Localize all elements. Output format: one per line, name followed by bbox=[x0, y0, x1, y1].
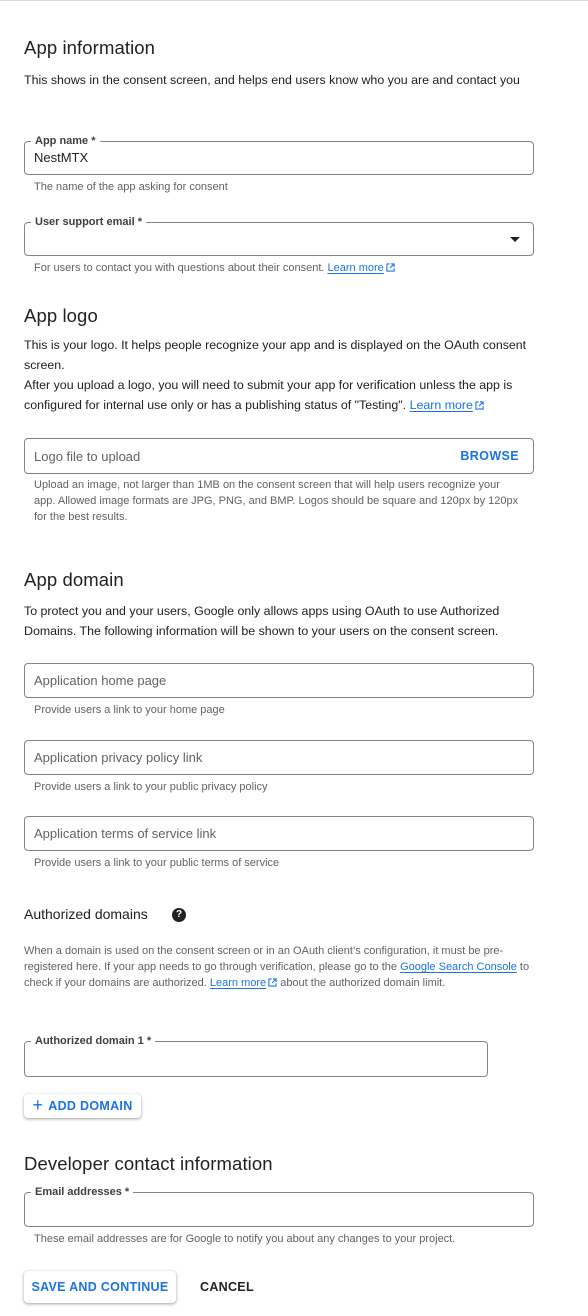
app-information-heading: App information bbox=[24, 37, 156, 58]
home-page-hint: Provide users a link to your home page bbox=[34, 704, 225, 716]
dropdown-arrow-icon[interactable] bbox=[510, 237, 520, 242]
external-link-icon bbox=[386, 263, 395, 272]
privacy-policy-placeholder: Application privacy policy link bbox=[34, 750, 203, 765]
user-support-email-hint-text: For users to contact you with questions … bbox=[34, 262, 325, 274]
email-addresses-label: Email addresses * bbox=[31, 1185, 134, 1199]
terms-of-service-input[interactable]: Application terms of service link bbox=[24, 816, 534, 851]
add-domain-label: ADD DOMAIN bbox=[48, 1099, 133, 1113]
app-domain-heading: App domain bbox=[24, 569, 124, 590]
app-name-field[interactable]: App name * NestMTX bbox=[24, 134, 534, 175]
terms-of-service-placeholder: Application terms of service link bbox=[34, 826, 217, 841]
user-support-email-label: User support email * bbox=[31, 215, 146, 229]
save-and-continue-button[interactable]: SAVE AND CONTINUE bbox=[24, 1271, 176, 1303]
app-logo-learn-more-link[interactable]: Learn more bbox=[410, 398, 473, 412]
app-domain-description: To protect you and your users, Google on… bbox=[24, 604, 500, 638]
user-support-email-select[interactable]: User support email * bbox=[24, 215, 534, 256]
privacy-policy-hint: Provide users a link to your public priv… bbox=[34, 781, 268, 793]
developer-contact-heading: Developer contact information bbox=[24, 1153, 273, 1174]
app-name-value[interactable]: NestMTX bbox=[34, 150, 88, 165]
top-divider bbox=[0, 0, 588, 1]
authorized-domains-description: When a domain is used on the consent scr… bbox=[24, 943, 544, 991]
terms-of-service-hint: Provide users a link to your public term… bbox=[34, 857, 280, 869]
help-circle-icon[interactable]: ? bbox=[172, 908, 186, 922]
logo-upload-field[interactable]: Logo file to upload BROWSE bbox=[24, 438, 534, 474]
authorized-domains-heading: Authorized domains bbox=[24, 906, 148, 922]
app-logo-learn-more-text: Learn more bbox=[409, 398, 473, 412]
home-page-input[interactable]: Application home page bbox=[24, 663, 534, 698]
add-domain-button[interactable]: + ADD DOMAIN bbox=[24, 1094, 141, 1118]
external-link-icon bbox=[475, 401, 484, 410]
google-search-console-link[interactable]: Google Search Console bbox=[400, 961, 517, 973]
user-support-email-hint: For users to contact you with questions … bbox=[34, 260, 395, 276]
authorized-domains-learn-more-link[interactable]: Learn more bbox=[210, 977, 266, 989]
logo-upload-hint: Upload an image, not larger than 1MB on … bbox=[34, 479, 519, 523]
home-page-placeholder: Application home page bbox=[34, 673, 167, 688]
logo-upload-placeholder: Logo file to upload bbox=[34, 449, 141, 464]
email-addresses-hint: These email addresses are for Google to … bbox=[34, 1233, 456, 1245]
app-name-label: App name * bbox=[31, 134, 100, 148]
app-logo-description-1: This is your logo. It helps people recog… bbox=[24, 338, 527, 372]
authorized-domain-1-label: Authorized domain 1 * bbox=[31, 1034, 156, 1048]
app-information-description: This shows in the consent screen, and he… bbox=[24, 73, 520, 87]
plus-icon: + bbox=[32, 1095, 44, 1115]
app-logo-description-2: After you upload a logo, you will need t… bbox=[24, 375, 539, 415]
external-link-icon bbox=[268, 978, 277, 987]
privacy-policy-input[interactable]: Application privacy policy link bbox=[24, 740, 534, 775]
learn-more-link-text: Learn more bbox=[327, 262, 384, 274]
email-addresses-input[interactable]: Email addresses * bbox=[24, 1185, 534, 1227]
browse-button[interactable]: BROWSE bbox=[460, 449, 519, 463]
authorized-domain-1-input[interactable]: Authorized domain 1 * bbox=[24, 1034, 488, 1077]
learn-more-link[interactable]: Learn more bbox=[328, 262, 384, 274]
authorized-domains-text-3: about the authorized domain limit. bbox=[277, 977, 446, 989]
cancel-button[interactable]: CANCEL bbox=[200, 1279, 254, 1295]
app-logo-heading: App logo bbox=[24, 305, 98, 326]
app-name-hint: The name of the app asking for consent bbox=[34, 181, 228, 193]
